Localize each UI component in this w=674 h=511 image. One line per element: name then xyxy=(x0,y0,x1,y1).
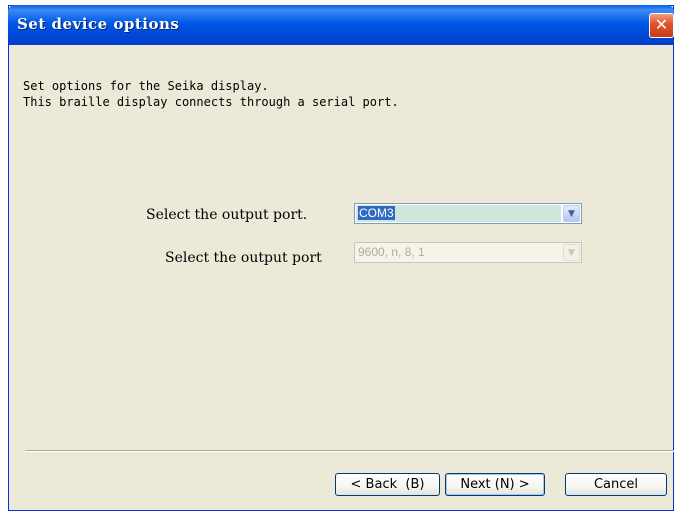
intro-line-1: Set options for the Seika display. xyxy=(23,79,269,93)
chevron-down-icon[interactable]: ▼ xyxy=(563,205,580,222)
port-settings-label: Select the output port xyxy=(165,250,322,266)
window-title: Set device options xyxy=(17,15,180,33)
intro-line-2: This braille display connects through a … xyxy=(23,95,399,109)
output-port-label: Select the output port. xyxy=(146,207,308,223)
port-settings-value: 9600, n, 8, 1 xyxy=(358,245,425,259)
dialog-window: Set device options ✕ Set options for the… xyxy=(8,5,674,511)
next-button[interactable]: Next (N) > xyxy=(445,473,545,496)
close-icon: ✕ xyxy=(654,15,669,34)
output-port-value: COM3 xyxy=(356,205,561,222)
cancel-button[interactable]: Cancel xyxy=(565,473,667,496)
back-button[interactable]: < Back (B) xyxy=(335,473,440,496)
intro-text: Set options for the Seika display. This … xyxy=(23,78,399,110)
close-button[interactable]: ✕ xyxy=(649,13,674,38)
port-settings-select[interactable]: 9600, n, 8, 1 ▼ xyxy=(354,242,582,263)
footer-separator xyxy=(25,450,674,452)
chevron-down-icon: ▼ xyxy=(563,244,580,261)
title-bar[interactable]: Set device options ✕ xyxy=(8,5,674,45)
output-port-select[interactable]: COM3 ▼ xyxy=(354,203,582,224)
